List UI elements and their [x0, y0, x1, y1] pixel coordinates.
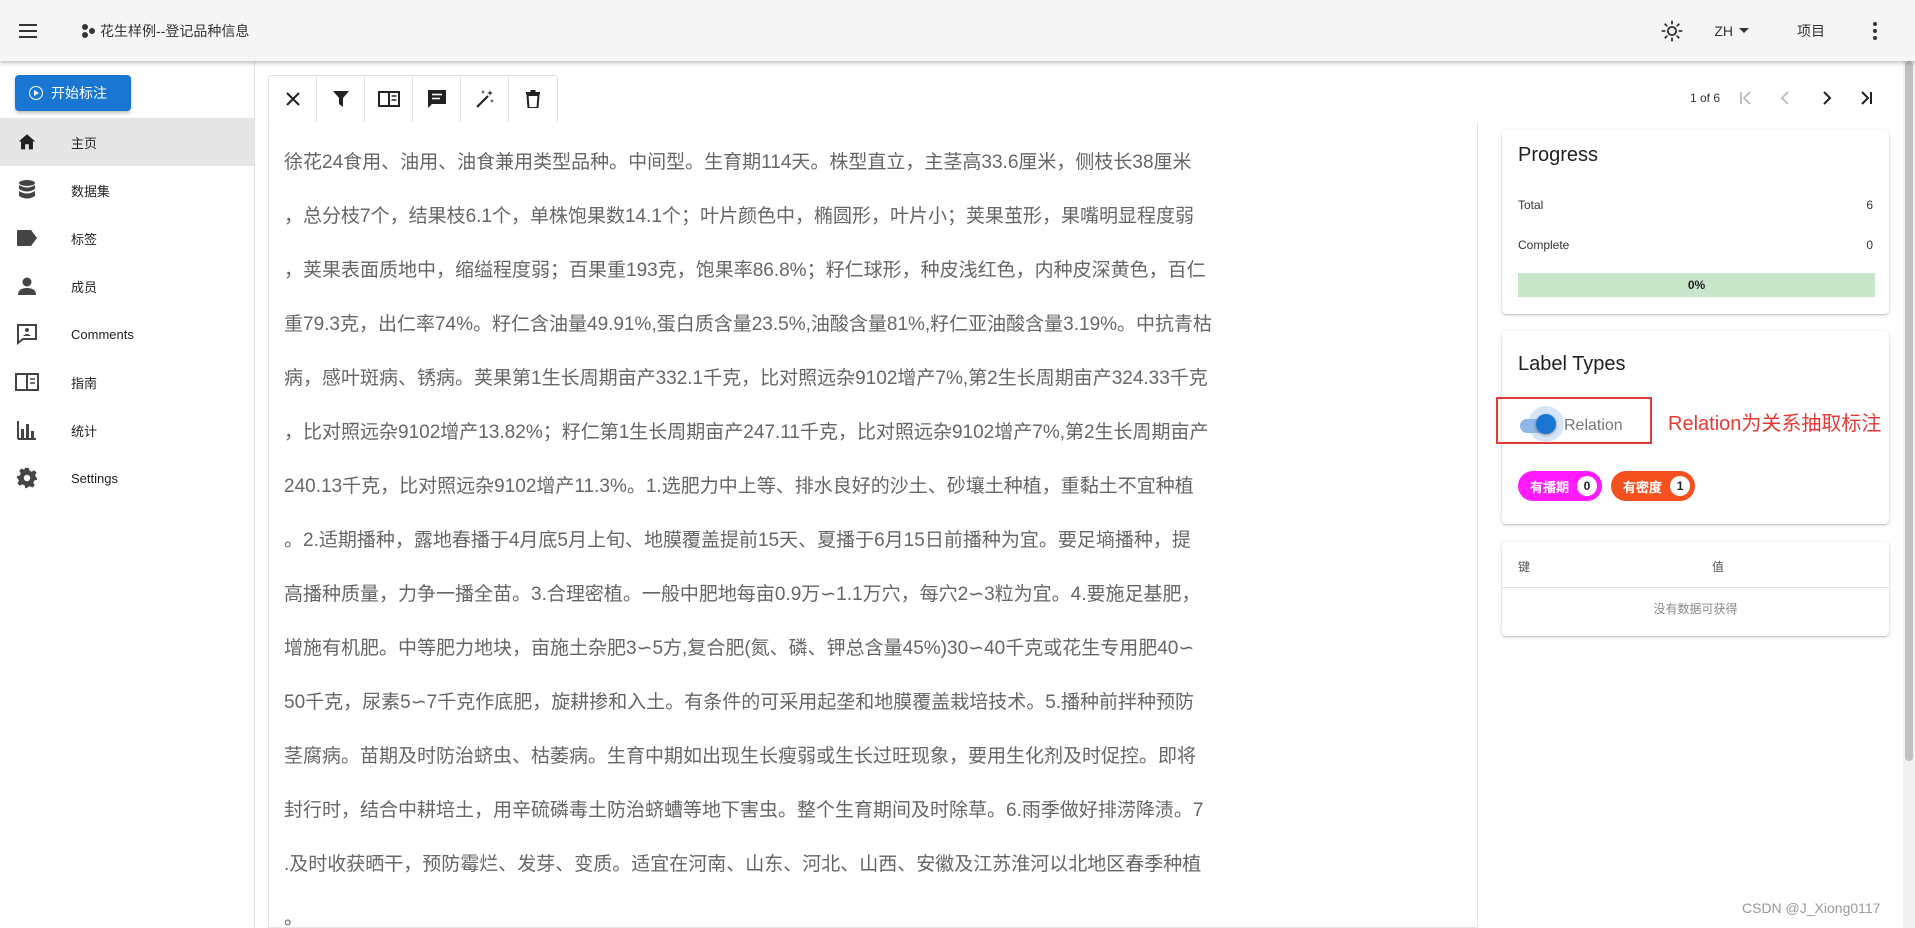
sidebar-item-dataset[interactable]: 数据集: [0, 166, 254, 214]
sidebar-item-label: 主页: [71, 135, 98, 151]
guideline-icon[interactable]: [365, 76, 413, 122]
sidebar-item-label: 指南: [71, 375, 98, 391]
label-chip[interactable]: 有播期 0: [1518, 471, 1603, 501]
progress-complete-row: Complete 0: [1518, 238, 1873, 252]
total-label: Total: [1518, 198, 1544, 212]
complete-label: Complete: [1518, 238, 1570, 252]
sidebar-item-label: 成员: [71, 279, 98, 295]
empty-state-text: 没有数据可获得: [1653, 602, 1738, 616]
auto-label-wand-icon[interactable]: [461, 76, 509, 122]
total-value: 6: [1866, 198, 1873, 212]
progress-card: Progress Total 6 Complete 0 0%: [1502, 130, 1889, 314]
text-line: 。2.适期播种，露地春播于4月底5月上旬、地膜覆盖提前15天、夏播于6月15日前…: [284, 530, 1191, 551]
sidebar-item-label: Settings: [71, 470, 118, 486]
delete-icon[interactable]: [509, 76, 557, 122]
filter-icon[interactable]: [317, 76, 365, 122]
text-line: 重79.3克，出仁率74%。籽仁含油量49.91%,蛋白质含量23.5%,油酸含…: [284, 314, 1213, 335]
text-line: 增施有机肥。中等肥力地块，亩施土杂肥3∽5方,复合肥(氮、磷、钾总含量45%)3…: [284, 638, 1195, 659]
last-page-icon[interactable]: [1852, 85, 1880, 111]
complete-value: 0: [1866, 238, 1873, 252]
text-line: 50千克，尿素5∽7千克作底肥，旋耕掺和入土。有条件的可采用起垄和地膜覆盖栽培技…: [284, 692, 1195, 713]
sidebar-item-label: Comments: [71, 326, 134, 342]
database-icon: [15, 178, 39, 202]
text-line: 240.13千克，比对照远杂9102增产11.3%。1.选肥力中上等、排水良好的…: [284, 476, 1194, 497]
page-indicator: 1 of 6: [1690, 91, 1721, 105]
label-chips: 有播期 0 有密度 1: [1518, 471, 1696, 501]
project-title: 花生样例--登记品种信息: [100, 22, 250, 39]
progress-bar: 0%: [1518, 273, 1875, 297]
sidebar-nav: 主页 数据集 标签 成员 Comments 指南 统计 Settings: [0, 118, 254, 502]
theme-toggle-sun-icon[interactable]: [1658, 17, 1686, 45]
sidebar-item-members[interactable]: 成员: [0, 262, 254, 310]
more-vert-icon[interactable]: [1865, 21, 1885, 40]
language-dropdown[interactable]: ZH: [1714, 23, 1749, 39]
sidebar-item-statistics[interactable]: 统计: [0, 406, 254, 454]
sidebar-item-labels[interactable]: 标签: [0, 214, 254, 262]
text-line: 高播种质量，力争一播全苗。3.合理密植。一般中肥地每亩0.9万∽1.1万穴，每穴…: [284, 584, 1201, 605]
label-chip-text: 有密度: [1623, 479, 1663, 495]
progress-title: Progress: [1518, 144, 1599, 166]
sidebar-item-label: 数据集: [71, 183, 111, 199]
play-circle-icon: [29, 86, 43, 100]
text-line: 病，感叶斑病、锈病。荚果第1生长周期亩产332.1千克，比对照远杂9102增产7…: [284, 368, 1208, 389]
label-types-title: Label Types: [1518, 353, 1626, 375]
text-line: 。: [284, 908, 304, 928]
text-line: ，荚果表面质地中，缩缢程度弱；百果重193克，饱果率86.8%；籽仁球形，种皮浅…: [284, 260, 1206, 281]
app-bar: 花生样例--登记品种信息 ZH 项目: [0, 0, 1915, 61]
sidebar-item-settings[interactable]: Settings: [0, 454, 254, 502]
first-page-icon[interactable]: [1732, 85, 1760, 111]
bar-chart-icon: [15, 418, 39, 442]
watermark: CSDN @J_Xiong0117: [1742, 900, 1881, 916]
document-pager: 1 of 6: [1690, 85, 1880, 111]
comment-icon: [15, 322, 39, 346]
hamburger-menu-icon[interactable]: [14, 17, 42, 45]
caret-down-icon: [1739, 28, 1749, 33]
start-annotation-label: 开始标注: [51, 85, 107, 101]
label-chip-count: 0: [1577, 476, 1598, 496]
project-icon: [80, 23, 96, 39]
gear-icon: [15, 466, 39, 490]
value-column-header: 值: [1712, 560, 1725, 574]
sidebar-item-label: 统计: [71, 423, 98, 439]
table-header: 键 值: [1502, 542, 1889, 588]
relation-toggle-label: Relation: [1564, 417, 1623, 434]
text-line: ，比对照远杂9102增产13.82%；籽仁第1生长周期亩产247.11千克，比对…: [284, 422, 1209, 443]
document-text[interactable]: 徐花24食用、油用、油食兼用类型品种。中间型。生育期114天。株型直立，主茎高3…: [284, 136, 1284, 928]
close-icon[interactable]: [269, 76, 317, 122]
sidebar-item-comments[interactable]: Comments: [0, 310, 254, 358]
label-chip-text: 有播期: [1530, 479, 1570, 495]
text-line: ，总分枝7个，结果枝6.1个，单株饱果数14.1个；叶片颜色中，椭圆形，叶片小；…: [284, 206, 1194, 227]
book-icon: [15, 370, 39, 394]
text-line: 封行时，结合中耕培土，用辛硫磷毒土防治蛴螬等地下害虫。整个生育期间及时除草。6.…: [284, 800, 1204, 821]
text-line: 茎腐病。苗期及时防治蛴虫、枯萎病。生育中期如出现生长瘦弱或生长过旺现象，要用生化…: [284, 746, 1197, 767]
text-line: .及时收获晒干，预防霉烂、发芽、变质。适宜在河南、山东、河北、山西、安徽及江苏淮…: [284, 854, 1202, 875]
annotation-toolbar: [268, 75, 558, 123]
annotation-note: Relation为关系抽取标注: [1668, 413, 1882, 435]
sidebar-item-label: 标签: [71, 231, 98, 247]
person-icon: [15, 274, 39, 298]
language-label: ZH: [1714, 22, 1733, 39]
progress-percent: 0%: [1687, 278, 1706, 292]
progress-total-row: Total 6: [1518, 198, 1873, 212]
home-icon: [15, 130, 39, 154]
relation-toggle[interactable]: [1518, 406, 1564, 442]
sidebar-item-home[interactable]: 主页: [0, 118, 254, 166]
label-icon: [15, 226, 39, 250]
comment-icon[interactable]: [413, 76, 461, 122]
sidebar-item-guideline[interactable]: 指南: [0, 358, 254, 406]
label-chip-count: 1: [1670, 476, 1691, 496]
metadata-table-card: 键 值 没有数据可获得: [1502, 542, 1889, 636]
prev-page-icon[interactable]: [1772, 85, 1800, 111]
key-column-header: 键: [1518, 560, 1531, 574]
label-chip[interactable]: 有密度 1: [1611, 471, 1696, 501]
next-page-icon[interactable]: [1812, 85, 1840, 111]
page-scrollbar[interactable]: [1903, 61, 1915, 928]
projects-link[interactable]: 项目: [1797, 21, 1825, 41]
start-annotation-button[interactable]: 开始标注: [15, 75, 131, 111]
text-line: 徐花24食用、油用、油食兼用类型品种。中间型。生育期114天。株型直立，主茎高3…: [284, 152, 1192, 173]
document-text-card: 徐花24食用、油用、油食兼用类型品种。中间型。生育期114天。株型直立，主茎高3…: [268, 122, 1478, 928]
sidebar: 开始标注 主页 数据集 标签 成员 Comments 指南 统计 Setting…: [0, 61, 255, 928]
